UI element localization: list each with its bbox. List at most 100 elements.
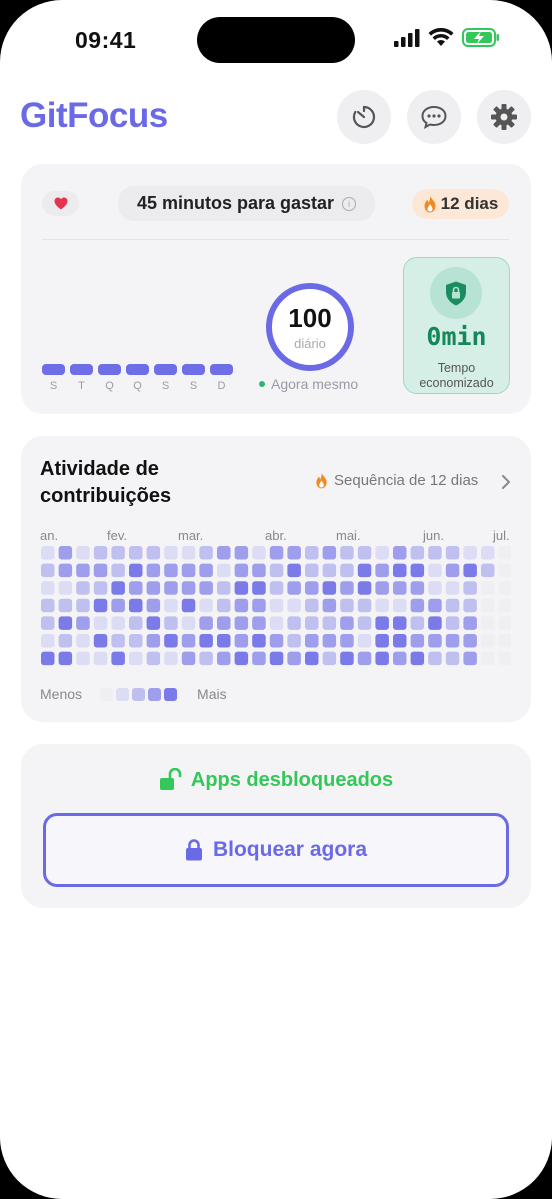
contribution-cell [287,598,301,613]
weekday-labels: S T Q Q S S D [42,380,233,392]
contribution-cell [322,581,337,595]
contribution-cell [481,598,495,613]
contribution-cell [375,634,389,648]
budget-pill[interactable]: 45 minutos para gastar i [118,186,375,221]
health-pill[interactable] [42,191,79,216]
contribution-cell [41,616,55,630]
contribution-cell [410,563,425,578]
contribution-cell [498,616,511,630]
contribution-cell [357,598,372,613]
contribution-cell [234,634,249,648]
contribution-cell [164,563,178,578]
contribution-cell [428,634,442,648]
chat-button[interactable] [407,90,461,144]
contribution-cell [428,598,442,613]
unlocked-icon [159,768,182,790]
contribution-cell [305,546,319,560]
contribution-legend: Menos Mais [40,686,227,702]
contribution-cell [111,546,125,560]
contribution-cell [305,634,319,648]
contribution-cell [269,634,284,648]
contribution-cell [181,563,196,578]
contribution-cell [322,634,337,648]
contribution-cell [305,563,319,578]
activity-streak[interactable]: Sequência de 12 dias [315,472,478,489]
contribution-cell [269,616,284,630]
weekday-label: S [189,380,198,392]
contribution-cell [76,634,90,648]
contribution-cell [146,546,161,560]
last-updated: Agora mesmo [259,376,358,392]
contribution-cell [199,598,213,613]
contribution-cell [287,651,301,666]
budget-text: 45 minutos para gastar [136,193,335,213]
contribution-cell [181,581,196,595]
contribution-cell [393,563,407,578]
contribution-cell [199,616,213,630]
weekday-label: D [217,380,226,392]
contribution-cell [340,616,354,630]
contribution-cell [428,651,442,666]
chevron-right-icon[interactable] [501,474,511,490]
contribution-cell [217,651,231,666]
contribution-cell [252,563,266,578]
contribution-cell [217,598,231,613]
contribution-cell [410,616,425,630]
month-label: mar. [178,528,204,543]
contribution-cell [58,616,73,630]
settings-button[interactable] [477,90,531,144]
streak-pill[interactable]: 12 dias [412,189,509,219]
contribution-cell [164,634,178,648]
contribution-cell [410,651,425,666]
usage-bar [70,364,93,375]
flame-icon [424,195,436,213]
contribution-cell [181,616,196,630]
contribution-cell [375,651,389,666]
contribution-cell [93,598,108,613]
contribution-cell [393,651,407,666]
contribution-cell [305,616,319,630]
info-icon[interactable]: i [342,196,357,211]
contribution-cell [428,563,442,578]
contribution-cell [305,651,319,666]
contribution-cell [287,634,301,648]
contribution-cell [146,581,161,595]
contribution-cell [463,598,477,613]
contribution-cell [76,598,90,613]
contribution-cell [146,634,161,648]
contribution-cell [93,651,108,666]
contribution-cell [357,546,372,560]
time-saved-tile[interactable]: 0min Tempo economizado [403,257,510,394]
contribution-cell [463,634,477,648]
contribution-grid [41,546,511,666]
contribution-cell [234,546,249,560]
month-label: mai. [336,528,361,543]
contribution-cell [269,546,284,560]
contribution-cell [217,546,231,560]
contribution-cell [445,581,460,595]
contribution-cell [41,598,55,613]
lock-icon [185,839,202,861]
contribution-cell [498,581,511,595]
streak-text: 12 dias [440,194,499,213]
contribution-cell [481,563,495,578]
unlock-status: Apps desbloqueados [21,768,531,792]
contribution-cell [269,651,284,666]
contribution-cell [76,616,90,630]
contribution-cell [217,581,231,595]
contribution-cell [357,651,372,666]
contribution-cell [164,616,178,630]
timer-button[interactable] [337,90,391,144]
contribution-cell [217,616,231,630]
contribution-cell [445,598,460,613]
contribution-cell [199,634,213,648]
contribution-cell [445,616,460,630]
battery-charging-icon [462,28,499,47]
lock-now-button[interactable]: Bloquear agora [43,813,509,887]
contribution-cell [146,651,161,666]
contribution-cell [164,581,178,595]
contribution-cell [463,563,477,578]
contribution-cell [305,598,319,613]
contribution-cell [428,546,442,560]
chat-icon [421,105,447,129]
